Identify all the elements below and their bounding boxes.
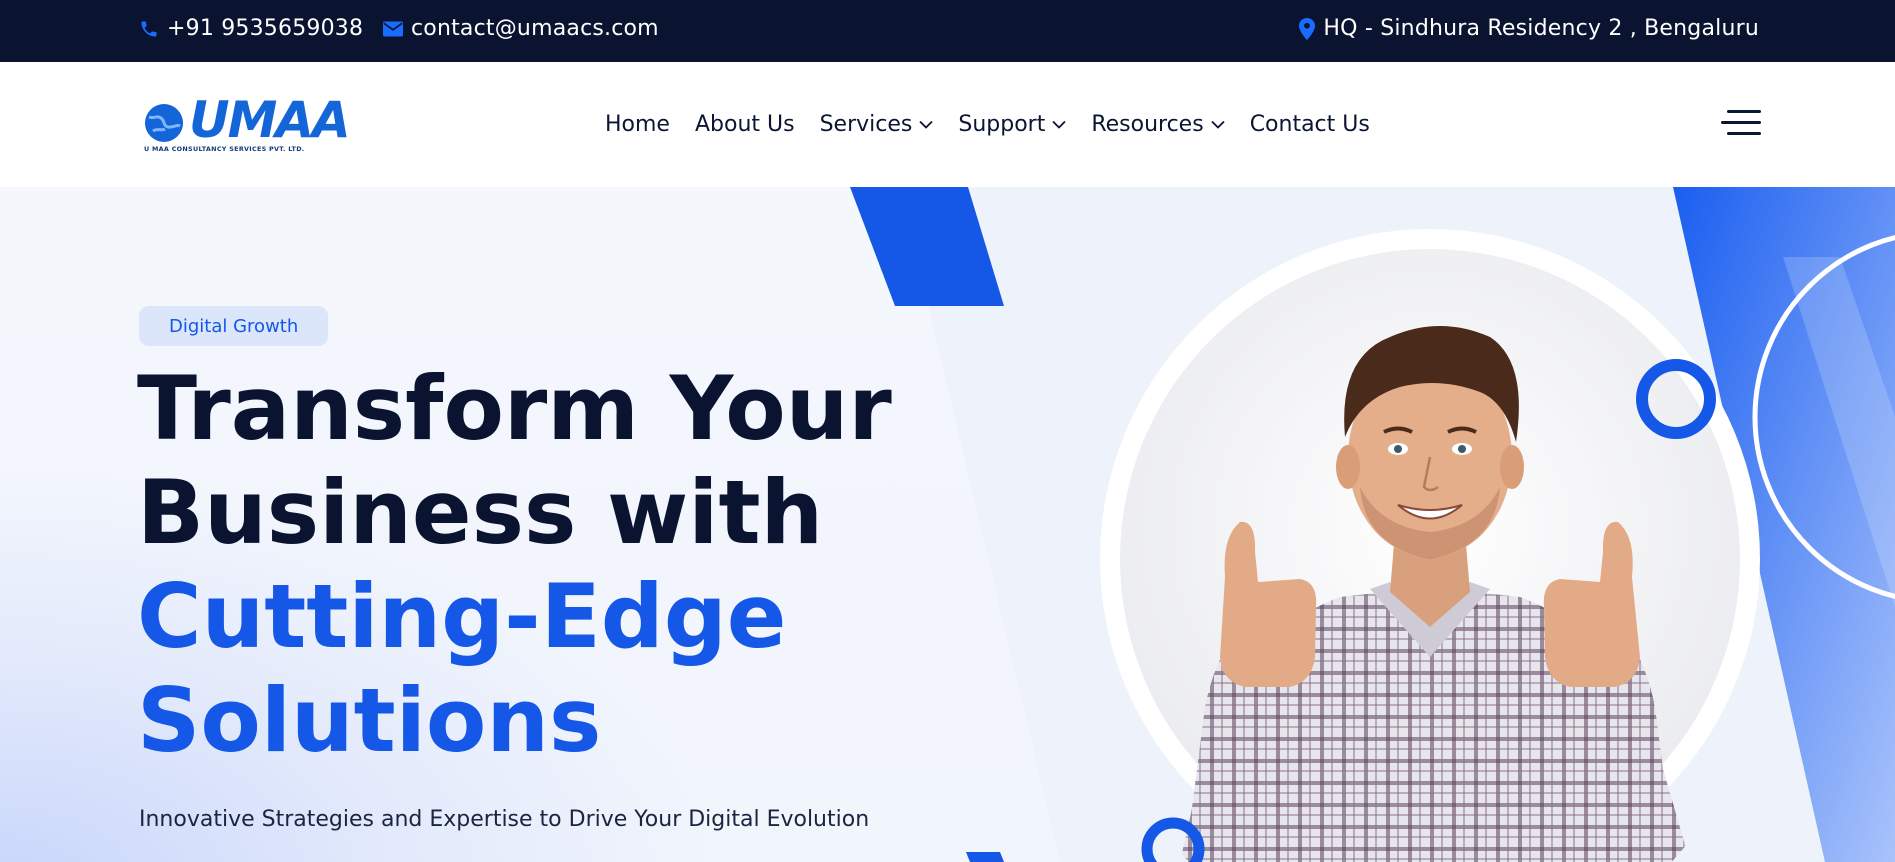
nav-item-label: About Us	[694, 112, 795, 137]
address-text: HQ - Sindhura Residency 2 , Bengaluru	[1323, 16, 1759, 41]
top-contact-bar: +91 9535659038 contact@umaacs.com HQ - S…	[0, 0, 1895, 62]
headline-line-1: Transform Your	[137, 357, 892, 460]
map-pin-icon	[1299, 17, 1316, 40]
nav-item-label: Services	[819, 112, 913, 137]
chevron-down-icon	[1052, 120, 1066, 129]
hero-subheadline: Innovative Strategies and Expertise to D…	[139, 807, 870, 832]
hero-badge: Digital Growth	[139, 306, 329, 346]
nav-item-label: Support	[958, 112, 1046, 137]
chevron-down-icon	[919, 120, 933, 129]
hamburger-menu-icon[interactable]	[1719, 108, 1761, 140]
chevron-down-icon	[1211, 120, 1225, 129]
hero-section: Digital Growth Transform Your Business w…	[0, 187, 1895, 862]
nav-item-contact-us[interactable]: Contact Us	[1250, 112, 1370, 137]
email-address: contact@umaacs.com	[411, 16, 659, 41]
phone-number: +91 9535659038	[167, 16, 364, 41]
headline-line-2: Business with	[137, 461, 824, 564]
phone-icon	[141, 21, 157, 36]
main-nav: Home About Us Services Support Resources…	[605, 62, 1395, 187]
nav-item-label: Contact Us	[1249, 112, 1370, 137]
site-logo[interactable]: UMAA U MAA CONSULTANCY SERVICES PVT. LTD…	[139, 91, 351, 155]
headline-line-3-accent: Cutting-Edge	[137, 565, 787, 668]
nav-item-services[interactable]: Services	[820, 112, 934, 137]
nav-item-support[interactable]: Support	[958, 112, 1066, 137]
nav-item-home[interactable]: Home	[605, 112, 670, 137]
topbar-email-link[interactable]: contact@umaacs.com	[383, 0, 659, 57]
logo-wordmark: UMAA	[189, 91, 351, 149]
headline-line-4-accent: Solutions	[137, 669, 602, 772]
topbar-address: HQ - Sindhura Residency 2 , Bengaluru	[1299, 0, 1759, 57]
hero-headline: Transform Your Business with Cutting-Edg…	[137, 357, 892, 773]
site-header: UMAA U MAA CONSULTANCY SERVICES PVT. LTD…	[0, 62, 1895, 187]
nav-item-about-us[interactable]: About Us	[695, 112, 795, 137]
nav-item-label: Resources	[1091, 112, 1204, 137]
topbar-phone-link[interactable]: +91 9535659038	[139, 0, 363, 57]
nav-item-resources[interactable]: Resources	[1091, 112, 1225, 137]
envelope-icon	[383, 21, 403, 36]
logo-subtitle: U MAA CONSULTANCY SERVICES PVT. LTD.	[144, 145, 305, 153]
nav-item-label: Home	[605, 112, 670, 137]
